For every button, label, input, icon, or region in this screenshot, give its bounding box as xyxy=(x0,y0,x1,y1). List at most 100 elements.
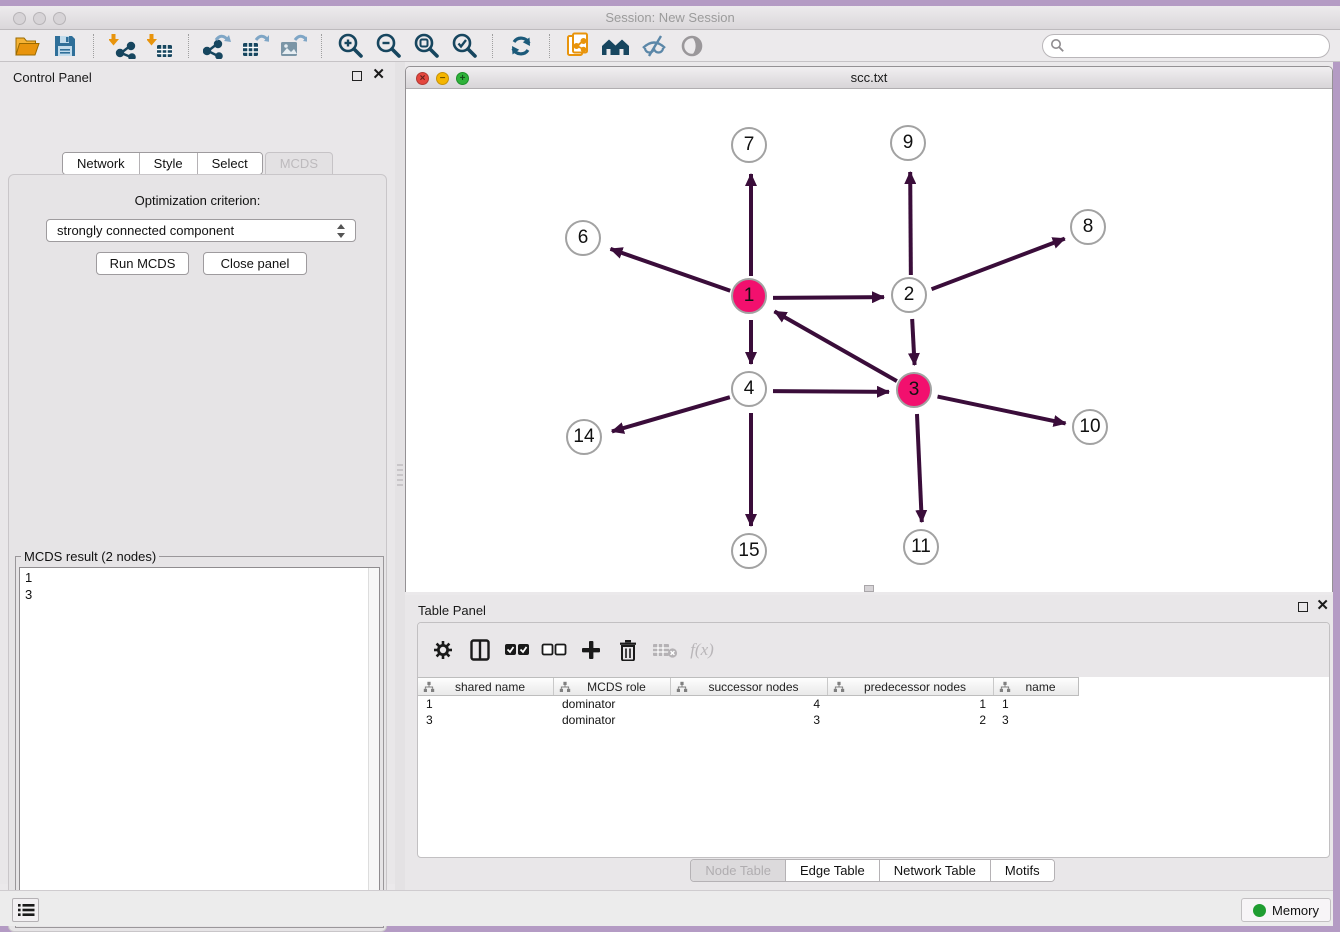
float-table-panel-icon[interactable] xyxy=(1298,602,1308,612)
toolbar-separator xyxy=(188,34,189,58)
graph-node-3[interactable]: 3 xyxy=(896,372,932,408)
import-network-icon[interactable] xyxy=(107,32,137,60)
table-toolbar: f(x) xyxy=(418,623,1329,677)
export-network-icon[interactable] xyxy=(202,32,232,60)
eye-icon[interactable] xyxy=(677,32,707,60)
graph-edge-1-2 xyxy=(773,297,884,298)
graph-node-8[interactable]: 8 xyxy=(1070,209,1106,245)
tab-style[interactable]: Style xyxy=(139,153,197,174)
float-panel-icon[interactable] xyxy=(352,71,362,81)
main-toolbar xyxy=(0,30,1340,62)
column-header-successor-nodes[interactable]: successor nodes xyxy=(671,678,828,695)
result-scrollbar[interactable] xyxy=(368,568,379,923)
node-table-box: f(x) shared nameMCDS rolesuccessor nodes… xyxy=(417,622,1330,858)
table-panel-title: Table Panel xyxy=(418,603,486,618)
cell: dominator xyxy=(554,697,671,711)
graph-node-10[interactable]: 10 xyxy=(1072,409,1108,445)
column-header-predecessor-nodes[interactable]: predecessor nodes xyxy=(828,678,994,695)
graph-node-2[interactable]: 2 xyxy=(891,277,927,313)
list-icon xyxy=(17,902,35,918)
cell: dominator xyxy=(554,713,671,727)
column-header-name[interactable]: name xyxy=(994,678,1078,695)
graph-node-1[interactable]: 1 xyxy=(731,278,767,314)
eye-slash-icon[interactable] xyxy=(639,32,669,60)
table-header-row: shared nameMCDS rolesuccessor nodesprede… xyxy=(418,677,1079,696)
add-icon[interactable] xyxy=(578,637,604,663)
tree-icon xyxy=(999,681,1011,693)
zoom-out-icon[interactable] xyxy=(373,32,403,60)
search-input[interactable] xyxy=(1065,37,1329,55)
table-panel: Table Panel ✕ xyxy=(405,595,1340,890)
zoom-check-icon[interactable] xyxy=(449,32,479,60)
graph-edge-2-9 xyxy=(910,172,911,275)
tree-icon xyxy=(423,681,435,693)
table-row[interactable]: 1dominator411 xyxy=(418,696,1329,712)
criterion-select[interactable]: strongly connected component xyxy=(46,219,356,242)
function-builder-icon: f(x) xyxy=(689,637,715,663)
cell: 1 xyxy=(994,697,1078,711)
mcds-panel: Optimization criterion: strongly connect… xyxy=(8,174,387,932)
control-panel-title: Control Panel xyxy=(13,70,92,85)
select-all-icon[interactable] xyxy=(504,637,530,663)
gear-icon[interactable] xyxy=(430,637,456,663)
tab-network-table[interactable]: Network Table xyxy=(879,860,990,881)
mcds-result-area[interactable]: 1 3 xyxy=(19,567,380,924)
memory-label: Memory xyxy=(1272,903,1319,918)
toolbar-separator xyxy=(549,34,550,58)
tab-mcds[interactable]: MCDS xyxy=(265,152,333,175)
open-folder-icon[interactable] xyxy=(12,32,42,60)
memory-button[interactable]: Memory xyxy=(1241,898,1331,922)
document-network-icon[interactable] xyxy=(563,32,593,60)
tree-icon xyxy=(676,681,688,693)
table-row[interactable]: 3dominator323 xyxy=(418,712,1329,728)
graph-node-15[interactable]: 15 xyxy=(731,533,767,569)
graph-node-7[interactable]: 7 xyxy=(731,127,767,163)
zoom-in-icon[interactable] xyxy=(335,32,365,60)
tab-select[interactable]: Select xyxy=(197,153,262,174)
graph-edge-4-14 xyxy=(612,397,730,431)
column-header-MCDS-role[interactable]: MCDS role xyxy=(554,678,671,695)
trash-icon[interactable] xyxy=(615,637,641,663)
tab-motifs[interactable]: Motifs xyxy=(990,860,1054,881)
cell: 4 xyxy=(671,697,828,711)
graph-edge-3-1 xyxy=(774,311,896,381)
tab-node-table[interactable]: Node Table xyxy=(691,860,785,881)
app-window: Session: New Session xyxy=(0,6,1340,926)
tab-edge-table[interactable]: Edge Table xyxy=(785,860,879,881)
deselect-all-icon[interactable] xyxy=(541,637,567,663)
zoom-fit-icon[interactable] xyxy=(411,32,441,60)
refresh-icon[interactable] xyxy=(506,32,536,60)
splitter-grip-icon xyxy=(397,464,403,486)
close-panel-button[interactable]: Close panel xyxy=(203,252,307,275)
search-box[interactable] xyxy=(1042,34,1330,58)
show-columns-icon[interactable] xyxy=(467,637,493,663)
save-floppy-icon[interactable] xyxy=(50,32,80,60)
graph-node-14[interactable]: 14 xyxy=(566,419,602,455)
close-panel-icon[interactable]: ✕ xyxy=(372,65,385,85)
panel-splitter[interactable] xyxy=(395,62,405,890)
optimization-criterion-label: Optimization criterion: xyxy=(9,193,386,208)
column-header-shared-name[interactable]: shared name xyxy=(418,678,554,695)
window-title: Session: New Session xyxy=(0,10,1340,25)
task-history-button[interactable] xyxy=(12,898,39,922)
graph-edge-3-11 xyxy=(917,414,922,522)
close-table-panel-icon[interactable]: ✕ xyxy=(1316,596,1329,616)
status-bar: Memory xyxy=(0,890,1340,926)
delete-table-icon xyxy=(652,637,678,663)
cell: 1 xyxy=(828,697,994,711)
graph-node-11[interactable]: 11 xyxy=(903,529,939,565)
tab-network[interactable]: Network xyxy=(63,153,139,174)
export-table-icon[interactable] xyxy=(240,32,270,60)
titlebar: Session: New Session xyxy=(0,6,1340,30)
graph-node-6[interactable]: 6 xyxy=(565,220,601,256)
houses-icon[interactable] xyxy=(601,32,631,60)
graph-node-9[interactable]: 9 xyxy=(890,125,926,161)
import-table-icon[interactable] xyxy=(145,32,175,60)
graph-canvas[interactable]: 1 2 3 4 6 7 8 9 10 11 14 15 xyxy=(406,89,1332,592)
table-tabs: Node TableEdge TableNetwork TableMotifs xyxy=(405,859,1340,882)
network-window-title: scc.txt xyxy=(406,70,1332,85)
network-resize-handle[interactable] xyxy=(864,585,874,592)
graph-node-4[interactable]: 4 xyxy=(731,371,767,407)
run-mcds-button[interactable]: Run MCDS xyxy=(96,252,189,275)
export-image-icon[interactable] xyxy=(278,32,308,60)
